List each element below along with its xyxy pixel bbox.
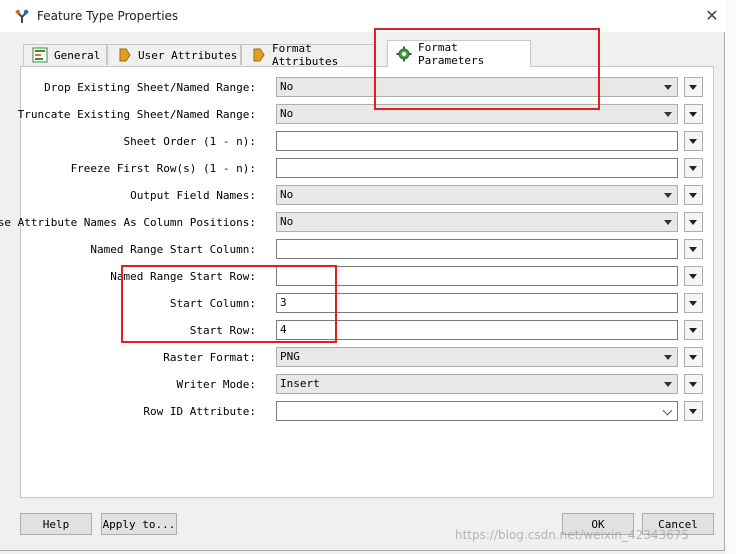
tab-user-attributes[interactable]: User Attributes <box>107 44 241 65</box>
param-label: Named Range Start Row: <box>110 270 256 283</box>
param-menu-button[interactable] <box>684 104 703 124</box>
param-input[interactable] <box>276 401 678 421</box>
tag-icon <box>253 48 265 62</box>
param-dropdown[interactable]: Insert <box>276 374 678 394</box>
param-value: Insert <box>280 377 320 390</box>
param-label: Writer Mode: <box>176 378 256 391</box>
param-menu-button[interactable] <box>684 374 703 394</box>
dropdown-caret-icon <box>664 193 672 198</box>
triangle-down-icon <box>689 301 697 306</box>
param-input[interactable] <box>276 158 678 178</box>
param-label: Raster Format: <box>163 351 256 364</box>
param-input[interactable]: 3 <box>276 293 678 313</box>
param-input[interactable] <box>276 266 678 286</box>
window-title: Feature Type Properties <box>37 9 179 23</box>
param-input[interactable]: 4 <box>276 320 678 340</box>
param-menu-button[interactable] <box>684 401 703 421</box>
param-menu-button[interactable] <box>684 320 703 340</box>
triangle-down-icon <box>689 409 697 414</box>
param-value: 4 <box>280 323 287 336</box>
triangle-down-icon <box>689 328 697 333</box>
param-value: No <box>280 215 294 228</box>
dropdown-caret-icon <box>664 220 672 225</box>
param-label: Drop Existing Sheet/Named Range: <box>44 81 256 94</box>
triangle-down-icon <box>689 274 697 279</box>
tab-format-attributes-label: Format Attributes <box>272 42 339 68</box>
param-dropdown[interactable]: No <box>276 77 678 97</box>
app-icon <box>15 9 29 23</box>
param-menu-button[interactable] <box>684 158 703 178</box>
tag-icon <box>119 48 131 62</box>
param-menu-button[interactable] <box>684 347 703 367</box>
param-label: Freeze First Row(s) (1 - n): <box>70 162 256 175</box>
param-value: No <box>280 188 294 201</box>
tab-format-attributes[interactable]: Format Attributes <box>241 42 375 68</box>
general-icon <box>32 47 48 63</box>
param-menu-button[interactable] <box>684 77 703 97</box>
title-bar: Feature Type Properties ✕ <box>0 0 725 32</box>
param-label: Row ID Attribute: <box>143 405 256 418</box>
dropdown-caret-icon <box>664 382 672 387</box>
param-dropdown[interactable]: No <box>276 104 678 124</box>
param-menu-button[interactable] <box>684 212 703 232</box>
param-label: Truncate Existing Sheet/Named Range: <box>17 108 256 121</box>
triangle-down-icon <box>689 220 697 225</box>
param-dropdown[interactable]: No <box>276 185 678 205</box>
tab-format-parameters-label: Format Parameters <box>418 41 485 67</box>
param-label: Named Range Start Column: <box>90 243 256 256</box>
feature-type-properties-dialog: Feature Type Properties ✕ General User A… <box>0 0 725 551</box>
param-dropdown[interactable]: PNG <box>276 347 678 367</box>
tab-general-label: General <box>54 48 101 62</box>
param-label: Use Attribute Names As Column Positions: <box>0 216 256 229</box>
param-menu-button[interactable] <box>684 293 703 313</box>
triangle-down-icon <box>689 166 697 171</box>
param-value: No <box>280 80 294 93</box>
triangle-down-icon <box>689 382 697 387</box>
triangle-down-icon <box>689 85 697 90</box>
help-button[interactable]: Help <box>20 513 92 535</box>
tab-user-attributes-label: User Attributes <box>138 48 238 62</box>
param-value: PNG <box>280 350 300 363</box>
triangle-down-icon <box>689 193 697 198</box>
watermark: https://blog.csdn.net/weixin_42343675 <box>455 528 690 542</box>
param-menu-button[interactable] <box>684 239 703 259</box>
param-menu-button[interactable] <box>684 131 703 151</box>
param-input[interactable] <box>276 131 678 151</box>
dropdown-caret-icon <box>664 112 672 117</box>
close-icon[interactable]: ✕ <box>700 4 724 28</box>
triangle-down-icon <box>689 112 697 117</box>
param-menu-button[interactable] <box>684 266 703 286</box>
param-label: Start Row: <box>189 324 256 337</box>
background-window-edge <box>725 0 736 554</box>
param-value: No <box>280 107 294 120</box>
param-label: Sheet Order (1 - n): <box>123 135 256 148</box>
triangle-down-icon <box>689 139 697 144</box>
param-input[interactable] <box>276 239 678 259</box>
param-label: Output Field Names: <box>130 189 256 202</box>
tab-general[interactable]: General <box>23 44 107 65</box>
param-dropdown[interactable]: No <box>276 212 678 232</box>
tab-format-parameters[interactable]: Format Parameters <box>387 40 531 67</box>
gear-icon <box>396 46 412 62</box>
dropdown-caret-icon <box>664 355 672 360</box>
param-value: 3 <box>280 296 287 309</box>
dropdown-caret-icon <box>664 85 672 90</box>
chevron-down-icon <box>662 405 673 416</box>
param-label: Start Column: <box>169 297 256 310</box>
triangle-down-icon <box>689 355 697 360</box>
triangle-down-icon <box>689 247 697 252</box>
apply-to-button[interactable]: Apply to... <box>101 513 177 535</box>
param-menu-button[interactable] <box>684 185 703 205</box>
